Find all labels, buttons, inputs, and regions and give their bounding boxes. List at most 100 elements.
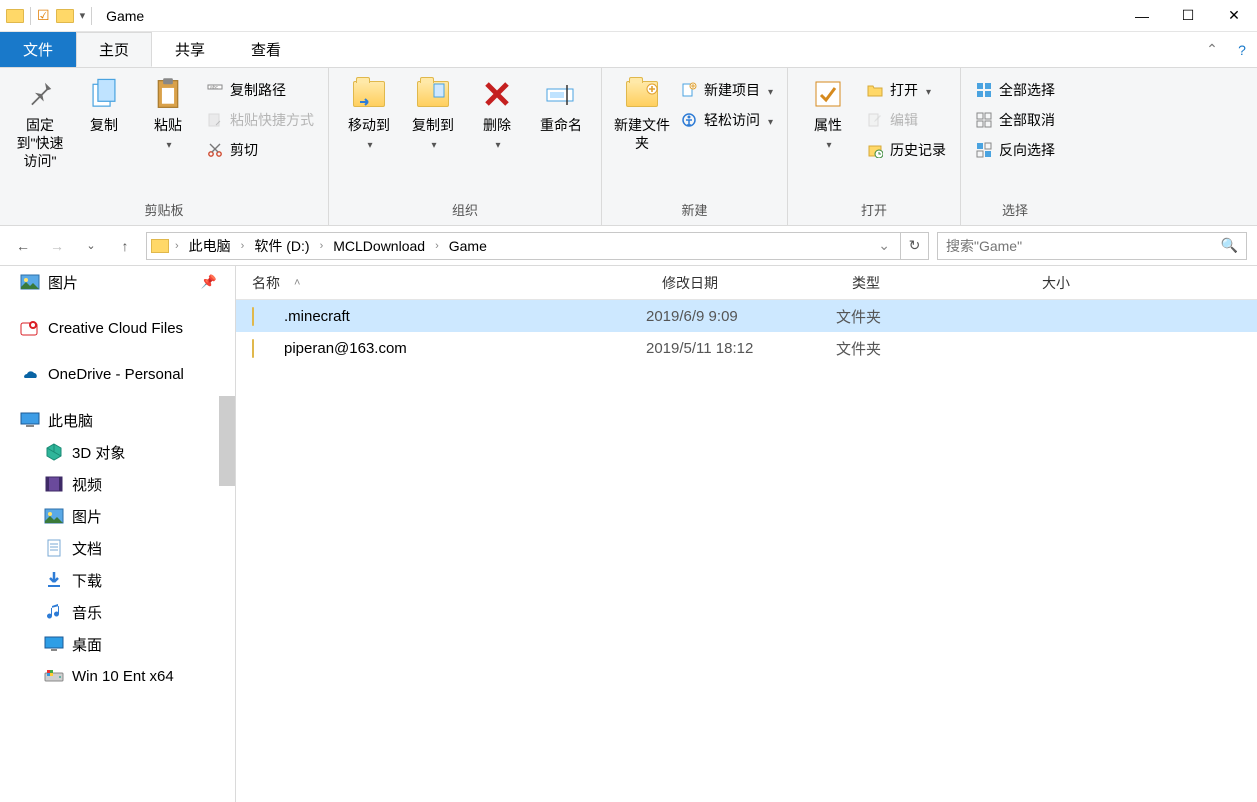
pc-icon [20,412,40,428]
column-size[interactable]: 大小 [1026,273,1257,293]
back-button[interactable]: ← [10,233,36,259]
select-all-icon [975,81,993,99]
copy-button[interactable]: 复制 [72,72,136,138]
doc-icon [44,540,64,556]
navigation-bar: ← → ⌄ ↑ › 此电脑 › 软件 (D:) › MCLDownload › … [0,226,1257,266]
sidebar-item[interactable]: 3D 对象 [0,436,235,468]
rename-icon [543,76,579,112]
video-icon [44,476,64,492]
column-type[interactable]: 类型 [836,273,1026,293]
easy-access-label: 轻松访问 [704,110,760,130]
sort-ascending-icon: ˄ [294,277,300,289]
new-folder-qat-icon[interactable] [56,9,74,23]
copy-to-icon [415,76,451,112]
3d-icon [44,444,64,460]
search-input[interactable] [946,238,1221,254]
copy-path-button[interactable]: abc 复制路径 [200,76,320,104]
easy-access-button[interactable]: 轻松访问 [674,106,779,134]
cut-button[interactable]: 剪切 [200,136,320,164]
chevron-right-icon[interactable]: › [433,240,441,252]
copy-path-label: 复制路径 [230,80,286,100]
tab-share[interactable]: 共享 [152,32,228,67]
rename-button[interactable]: 重命名 [529,72,593,138]
address-dropdown-icon[interactable]: ⌄ [872,237,896,254]
delete-button[interactable]: 删除 [465,72,529,156]
chevron-right-icon[interactable]: › [173,240,181,252]
cc-icon [20,320,40,336]
cut-label: 剪切 [230,140,258,160]
open-folder-icon [866,81,884,99]
file-row[interactable]: piperan@163.com2019/5/11 18:12文件夹 [236,332,1257,364]
maximize-button[interactable]: ☐ [1165,0,1211,31]
minimize-button[interactable]: — [1119,0,1165,31]
rename-label: 重命名 [540,116,582,134]
sidebar-item[interactable]: Win 10 Ent x64 [0,660,235,692]
sidebar-item[interactable]: 音乐 [0,596,235,628]
chevron-right-icon[interactable]: › [239,240,247,252]
refresh-button[interactable]: ↻ [901,232,929,260]
breadcrumb-item[interactable]: MCLDownload [327,233,431,259]
chevron-right-icon[interactable]: › [318,240,326,252]
paste-shortcut-icon [206,111,224,129]
delete-label: 删除 [483,116,511,134]
sidebar-item[interactable]: 文档 [0,532,235,564]
ribbon-collapse-icon[interactable]: ⌃ [1197,32,1227,67]
select-none-button[interactable]: 全部取消 [969,106,1061,134]
properties-button[interactable]: 属性 [796,72,860,156]
search-icon: 🔍 [1221,237,1238,254]
tab-home[interactable]: 主页 [76,32,152,67]
sidebar-item[interactable]: 图片📌 [0,266,235,298]
open-button[interactable]: 打开 [860,76,952,104]
select-none-label: 全部取消 [999,110,1055,130]
easy-access-icon [680,111,698,129]
pin-to-quick-access-button[interactable]: 固定到"快速访问" [8,72,72,175]
download-icon [44,572,64,588]
breadcrumb-item[interactable]: 此电脑 [183,233,237,259]
move-to-button[interactable]: 移动到 [337,72,401,156]
copy-label: 复制 [90,116,118,134]
breadcrumb-item[interactable]: Game [443,233,493,259]
tab-file[interactable]: 文件 [0,32,76,67]
help-icon[interactable]: ? [1227,32,1257,67]
sidebar-item[interactable]: 视频 [0,468,235,500]
edit-button[interactable]: 编辑 [860,106,952,134]
onedrive-icon [20,366,40,382]
new-folder-button[interactable]: 新建文件夹 [610,72,674,156]
address-bar[interactable]: › 此电脑 › 软件 (D:) › MCLDownload › Game ⌄ [146,232,901,260]
sidebar-item-label: 下载 [72,570,102,591]
music-icon [44,604,64,620]
file-row[interactable]: .minecraft2019/6/9 9:09文件夹 [236,300,1257,332]
invert-selection-icon [975,141,993,159]
column-name-label: 名称 [252,273,280,293]
breadcrumb-item[interactable]: 软件 (D:) [248,233,315,259]
copy-to-button[interactable]: 复制到 [401,72,465,156]
tab-view[interactable]: 查看 [228,32,304,67]
sidebar-item[interactable]: 下载 [0,564,235,596]
sidebar-item[interactable]: 图片 [0,500,235,532]
paste-button[interactable]: 粘贴 [136,72,200,156]
invert-selection-button[interactable]: 反向选择 [969,136,1061,164]
properties-qat-icon[interactable]: ☑ [37,7,50,24]
scrollbar-thumb[interactable] [219,396,235,486]
sidebar-item[interactable]: OneDrive - Personal [0,358,235,390]
paste-shortcut-button[interactable]: 粘贴快捷方式 [200,106,320,134]
column-name[interactable]: 名称 ˄ [236,273,646,293]
ribbon-tabs: 文件 主页 共享 查看 ⌃ ? [0,32,1257,68]
recent-dropdown[interactable]: ⌄ [78,233,104,259]
sidebar-item[interactable]: 桌面 [0,628,235,660]
group-label-clipboard: 剪贴板 [8,196,320,225]
select-all-button[interactable]: 全部选择 [969,76,1061,104]
title-bar: ☑ ▾ Game — ☐ ✕ [0,0,1257,32]
new-item-button[interactable]: 新建项目 [674,76,779,104]
forward-button[interactable]: → [44,233,70,259]
up-button[interactable]: ↑ [112,233,138,259]
file-date: 2019/6/9 9:09 [646,308,836,325]
history-button[interactable]: 历史记录 [860,136,952,164]
pin-icon: 📌 [201,274,217,290]
qat-dropdown-icon[interactable]: ▾ [80,9,86,22]
sidebar-item[interactable]: Creative Cloud Files [0,312,235,344]
close-button[interactable]: ✕ [1211,0,1257,31]
search-box[interactable]: 🔍 [937,232,1247,260]
column-date[interactable]: 修改日期 [646,273,836,293]
sidebar-item[interactable]: 此电脑 [0,404,235,436]
